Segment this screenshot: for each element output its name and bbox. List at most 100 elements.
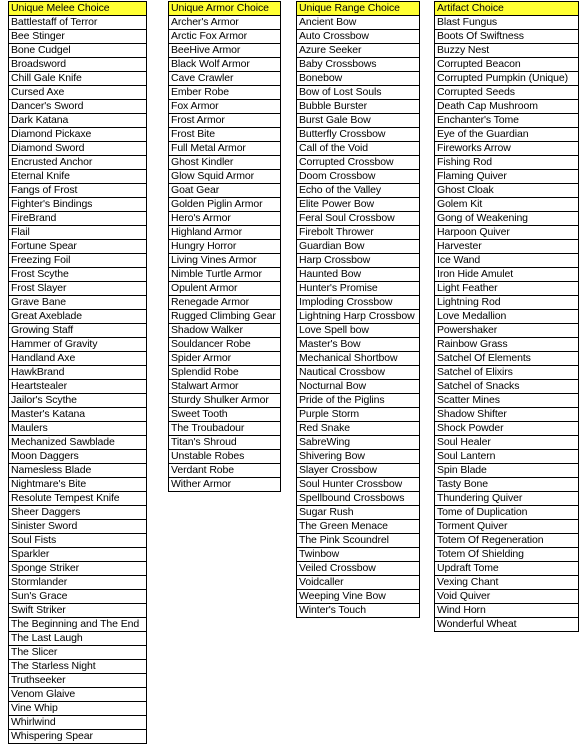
list-item[interactable]: The Pink Scoundrel [297, 534, 419, 548]
list-item[interactable]: Void Quiver [435, 590, 578, 604]
list-item[interactable]: Bonebow [297, 72, 419, 86]
list-item[interactable]: Love Spell bow [297, 324, 419, 338]
column-header-range[interactable]: Unique Range Choice [297, 1, 419, 16]
list-item[interactable]: Weeping Vine Bow [297, 590, 419, 604]
list-item[interactable]: Sweet Tooth [169, 408, 280, 422]
list-item[interactable]: Satchel of Snacks [435, 380, 578, 394]
list-item[interactable]: Dancer's Sword [9, 100, 146, 114]
list-item[interactable]: Hero's Armor [169, 212, 280, 226]
list-item[interactable]: Highland Armor [169, 226, 280, 240]
list-item[interactable]: Golem Kit [435, 198, 578, 212]
list-item[interactable]: Spider Armor [169, 352, 280, 366]
list-item[interactable]: Corrupted Seeds [435, 86, 578, 100]
list-item[interactable]: The Green Menace [297, 520, 419, 534]
list-item[interactable]: Tasty Bone [435, 478, 578, 492]
list-item[interactable]: Ice Wand [435, 254, 578, 268]
list-item[interactable]: Whirlwind [9, 716, 146, 730]
list-item[interactable]: Frost Armor [169, 114, 280, 128]
list-item[interactable]: Grave Bane [9, 296, 146, 310]
list-item[interactable]: Spellbound Crossbows [297, 492, 419, 506]
list-item[interactable]: Sturdy Shulker Armor [169, 394, 280, 408]
list-item[interactable]: Frost Scythe [9, 268, 146, 282]
list-item[interactable]: Soul Lantern [435, 450, 578, 464]
list-item[interactable]: Powershaker [435, 324, 578, 338]
list-item[interactable]: Mechanical Shortbow [297, 352, 419, 366]
list-item[interactable]: Twinbow [297, 548, 419, 562]
list-item[interactable]: Iron Hide Amulet [435, 268, 578, 282]
list-item[interactable]: Flail [9, 226, 146, 240]
list-item[interactable]: Fireworks Arrow [435, 142, 578, 156]
list-item[interactable]: Fighter's Bindings [9, 198, 146, 212]
list-item[interactable]: Enchanter's Tome [435, 114, 578, 128]
list-item[interactable]: Eye of the Guardian [435, 128, 578, 142]
list-item[interactable]: Hungry Horror [169, 240, 280, 254]
list-item[interactable]: Diamond Sword [9, 142, 146, 156]
list-item[interactable]: Shock Powder [435, 422, 578, 436]
list-item[interactable]: Wind Horn [435, 604, 578, 618]
list-item[interactable]: Wonderful Wheat [435, 618, 578, 632]
list-item[interactable]: Burst Gale Bow [297, 114, 419, 128]
list-item[interactable]: Dark Katana [9, 114, 146, 128]
list-item[interactable]: The Last Laugh [9, 632, 146, 646]
list-item[interactable]: Bone Cudgel [9, 44, 146, 58]
list-item[interactable]: Satchel of Elixirs [435, 366, 578, 380]
list-item[interactable]: Whispering Spear [9, 730, 146, 744]
list-item[interactable]: Golden Piglin Armor [169, 198, 280, 212]
list-item[interactable]: SabreWing [297, 436, 419, 450]
list-item[interactable]: Red Snake [297, 422, 419, 436]
list-item[interactable]: Mechanized Sawblade [9, 436, 146, 450]
list-item[interactable]: Archer's Armor [169, 16, 280, 30]
list-item[interactable]: Swift Striker [9, 604, 146, 618]
list-item[interactable]: Namesless Blade [9, 464, 146, 478]
list-item[interactable]: Fishing Rod [435, 156, 578, 170]
list-item[interactable]: Satchel Of Elements [435, 352, 578, 366]
list-item[interactable]: Auto Crossbow [297, 30, 419, 44]
list-item[interactable]: Moon Daggers [9, 450, 146, 464]
list-item[interactable]: BeeHive Armor [169, 44, 280, 58]
list-item[interactable]: Shadow Shifter [435, 408, 578, 422]
list-item[interactable]: Winter's Touch [297, 604, 419, 618]
list-item[interactable]: Boots Of Swiftness [435, 30, 578, 44]
list-item[interactable]: Ghost Cloak [435, 184, 578, 198]
list-item[interactable]: The Starless Night [9, 660, 146, 674]
list-item[interactable]: Goat Gear [169, 184, 280, 198]
list-item[interactable]: Butterfly Crossbow [297, 128, 419, 142]
column-header-armor[interactable]: Unique Armor Choice [169, 1, 280, 16]
list-item[interactable]: Totem Of Regeneration [435, 534, 578, 548]
list-item[interactable]: Scatter Mines [435, 394, 578, 408]
list-item[interactable]: HawkBrand [9, 366, 146, 380]
list-item[interactable]: Handland Axe [9, 352, 146, 366]
list-item[interactable]: The Troubadour [169, 422, 280, 436]
list-item[interactable]: Master's Bow [297, 338, 419, 352]
list-item[interactable]: Heartstealer [9, 380, 146, 394]
list-item[interactable]: Splendid Robe [169, 366, 280, 380]
list-item[interactable]: Stormlander [9, 576, 146, 590]
list-item[interactable]: Wither Armor [169, 478, 280, 492]
list-item[interactable]: FireBrand [9, 212, 146, 226]
list-item[interactable]: Sponge Striker [9, 562, 146, 576]
list-item[interactable]: Sun's Grace [9, 590, 146, 604]
list-item[interactable]: The Beginning and The End [9, 618, 146, 632]
list-item[interactable]: Resolute Tempest Knife [9, 492, 146, 506]
list-item[interactable]: Eternal Knife [9, 170, 146, 184]
column-header-melee[interactable]: Unique Melee Choice [9, 1, 146, 16]
list-item[interactable]: Renegade Armor [169, 296, 280, 310]
list-item[interactable]: Doom Crossbow [297, 170, 419, 184]
list-item[interactable]: Encrusted Anchor [9, 156, 146, 170]
list-item[interactable]: Sparkler [9, 548, 146, 562]
list-item[interactable]: Opulent Armor [169, 282, 280, 296]
list-item[interactable]: Lightning Rod [435, 296, 578, 310]
list-item[interactable]: Vexing Chant [435, 576, 578, 590]
list-item[interactable]: Flaming Quiver [435, 170, 578, 184]
list-item[interactable]: Death Cap Mushroom [435, 100, 578, 114]
list-item[interactable]: Vine Whip [9, 702, 146, 716]
list-item[interactable]: Chill Gale Knife [9, 72, 146, 86]
list-item[interactable]: Ember Robe [169, 86, 280, 100]
list-item[interactable]: Echo of the Valley [297, 184, 419, 198]
list-item[interactable]: Haunted Bow [297, 268, 419, 282]
list-item[interactable]: Diamond Pickaxe [9, 128, 146, 142]
list-item[interactable]: Updraft Tome [435, 562, 578, 576]
list-item[interactable]: Maulers [9, 422, 146, 436]
list-item[interactable]: Growing Staff [9, 324, 146, 338]
list-item[interactable]: Broadsword [9, 58, 146, 72]
